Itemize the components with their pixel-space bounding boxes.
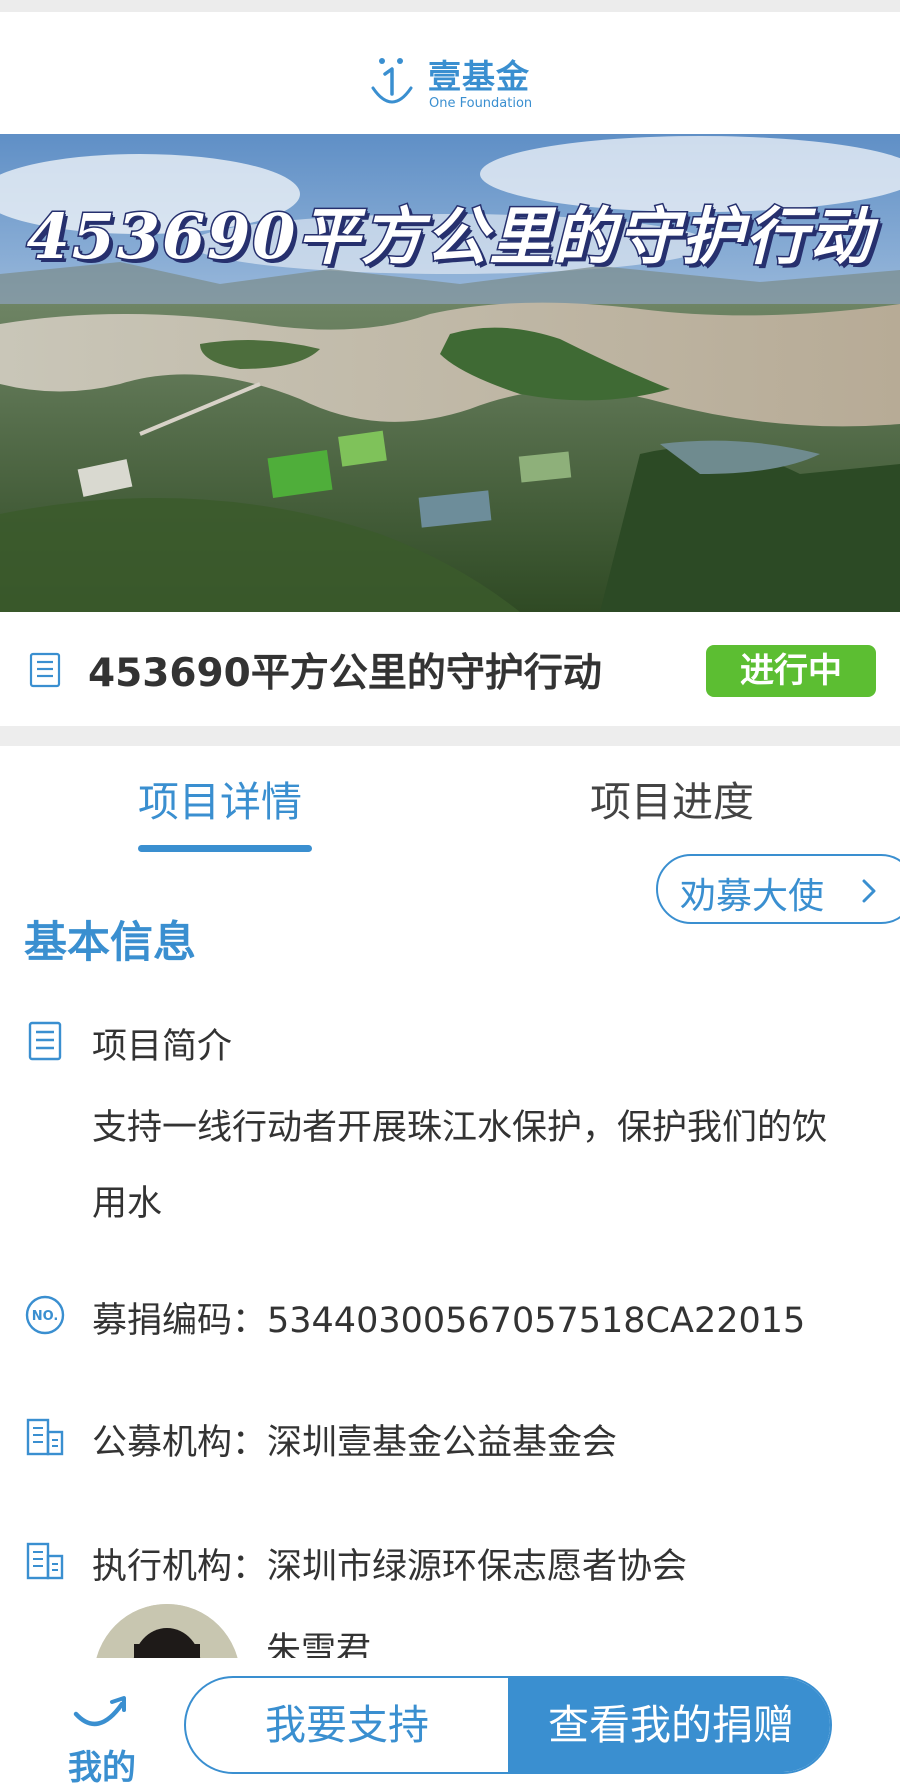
executing-org: 执行机构：深圳市绿源环保志愿者协会 [92, 1547, 688, 1587]
ambassador-button[interactable]: 劝募大使 [656, 854, 900, 924]
mine-nav-button[interactable]: 我的 [58, 1690, 158, 1788]
view-my-donation-button[interactable]: 查看我的捐赠 [508, 1678, 830, 1772]
intro-text: 支持一线行动者开展珠江水保护，保护我们的饮用水 [92, 1108, 828, 1224]
tab-project-details[interactable]: 项目详情 [138, 768, 302, 828]
fundraising-code: 募捐编码：53440300567057518CA22015 [92, 1301, 806, 1341]
mine-swoosh-icon [73, 1696, 126, 1727]
mine-label: 我的 [68, 1748, 136, 1788]
project-title-row: 453690平方公里的守护行动 进行中 [0, 612, 900, 726]
svg-text:NO.: NO. [32, 1309, 59, 1324]
chevron-right-icon [862, 879, 876, 903]
section-divider [0, 726, 900, 746]
action-button-group: 我要支持 查看我的捐赠 [184, 1676, 832, 1774]
bottom-action-bar: 我的 我要支持 查看我的捐赠 [0, 1658, 900, 1790]
one-foundation-logo: 壹基金 One Foundation [368, 48, 538, 118]
intro-label: 项目简介 [92, 1027, 233, 1067]
banner-title: 453690平方公里的守护行动 [25, 199, 874, 275]
no-badge-icon: NO. [25, 1295, 65, 1335]
doc-icon [28, 1021, 62, 1061]
public-fundraising-org: 公募机构：深圳壹基金公益基金会 [92, 1423, 618, 1463]
top-strip [0, 0, 900, 12]
tab-project-progress[interactable]: 项目进度 [590, 768, 754, 828]
building-icon [26, 1542, 64, 1580]
project-banner: 453690平方公里的守护行动 [0, 134, 900, 612]
project-title: 453690平方公里的守护行动 [88, 651, 602, 696]
logo-mark-icon [371, 58, 413, 104]
ambassador-button-label: 劝募大使 [680, 876, 825, 917]
list-icon [29, 652, 61, 688]
header: 壹基金 One Foundation [0, 12, 900, 134]
support-button[interactable]: 我要支持 [186, 1678, 508, 1772]
logo-en-text: One Foundation [429, 96, 533, 111]
logo-cn-text: 壹基金 [428, 57, 530, 96]
building-icon [26, 1418, 64, 1456]
basic-info-heading: 基本信息 [24, 918, 196, 968]
active-tab-indicator [138, 845, 312, 852]
status-badge: 进行中 [706, 645, 876, 697]
